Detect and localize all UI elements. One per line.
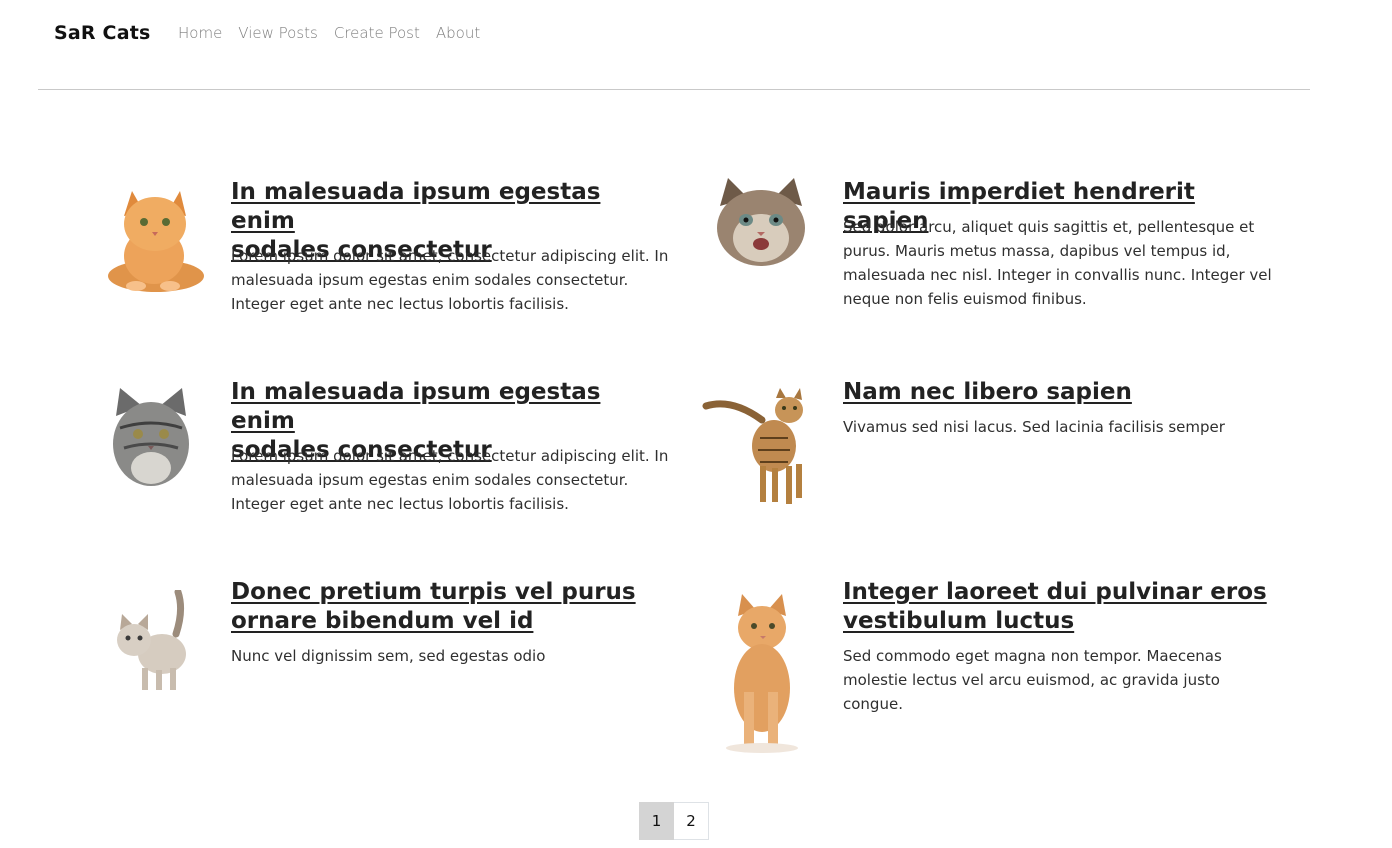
excerpt-line: Sed dolor arcu, aliquet quis sagittis et… (843, 218, 1255, 236)
nav-link-view-posts[interactable]: View Posts (238, 24, 318, 42)
page-button-1[interactable]: 1 (639, 802, 674, 840)
excerpt-line: malesuada ipsum egestas enim sodales con… (231, 471, 629, 489)
nav-link-create-post[interactable]: Create Post (334, 24, 420, 42)
post-title-line: Donec pretium turpis vel purus (231, 579, 636, 605)
excerpt-line: neque non felis euismod finibus. (843, 290, 1087, 308)
post-title-link[interactable]: Nam nec libero sapien (843, 378, 1283, 407)
post-title-line: In malesuada ipsum egestas enim (231, 179, 601, 234)
post-title-line: Integer laoreet dui pulvinar eros (843, 579, 1267, 605)
post-title-link[interactable]: Donec pretium turpis vel purus ornare bi… (231, 578, 671, 636)
brand-logo[interactable]: SaR Cats (54, 22, 151, 44)
post-excerpt: Vivamus sed nisi lacus. Sed lacinia faci… (843, 415, 1283, 439)
excerpt-line: purus. Mauris metus massa, dapibus vel t… (843, 242, 1231, 260)
excerpt-line: Lorem ipsum dolor sit amet, consectetur … (231, 247, 669, 265)
excerpt-line: Lorem ipsum dolor sit amet, consectetur … (231, 447, 669, 465)
post-title-line: In malesuada ipsum egestas enim (231, 379, 601, 434)
excerpt-line: molestie lectus vel arcu euismod, ac gra… (843, 671, 1220, 713)
navbar: SaR Cats Home View Posts Create Post Abo… (38, 0, 1310, 90)
post-title-link[interactable]: Integer laoreet dui pulvinar eros vestib… (843, 578, 1283, 636)
grey-tabby-cat-photo[interactable] (110, 388, 192, 486)
excerpt-line: Vivamus sed nisi lacus. Sed lacinia faci… (843, 418, 1225, 436)
nav-link-about[interactable]: About (436, 24, 480, 42)
post-excerpt: Lorem ipsum dolor sit amet, consectetur … (231, 244, 671, 316)
ginger-kitten-sitting-photo[interactable] (716, 592, 806, 754)
excerpt-line: Integer eget ante nec lectus lobortis fa… (231, 295, 569, 313)
post-title-line: Nam nec libero sapien (843, 379, 1132, 405)
nav-links: Home View Posts Create Post About (178, 24, 496, 42)
excerpt-line: Integer eget ante nec lectus lobortis fa… (231, 495, 569, 513)
excerpt-line: Nunc vel dignissim sem, sed egestas odio (231, 647, 546, 665)
post-title-line: vestibulum luctus (843, 608, 1075, 634)
post-excerpt: Sed commodo eget magna non tempor. Maece… (843, 644, 1283, 716)
tabby-kitten-walking-photo[interactable] (112, 590, 204, 694)
bengal-cat-standing-photo[interactable] (702, 388, 812, 508)
post-title-line: ornare bibendum vel id (231, 608, 534, 634)
post-excerpt: Nunc vel dignissim sem, sed egestas odio (231, 644, 671, 668)
nav-link-home[interactable]: Home (178, 24, 222, 42)
post-excerpt: Lorem ipsum dolor sit amet, consectetur … (231, 444, 671, 516)
excerpt-line: malesuada nec nisl. Integer in convallis… (843, 266, 1272, 284)
page-button-2[interactable]: 2 (674, 802, 709, 840)
pagination: 1 2 (639, 802, 709, 840)
excerpt-line: malesuada ipsum egestas enim sodales con… (231, 271, 629, 289)
fluffy-kitten-face-photo[interactable] (712, 176, 810, 266)
post-excerpt: Sed dolor arcu, aliquet quis sagittis et… (843, 215, 1283, 311)
orange-kitten-lying-photo[interactable] (104, 186, 208, 296)
excerpt-line: Sed commodo eget magna non tempor. Maece… (843, 647, 1222, 665)
